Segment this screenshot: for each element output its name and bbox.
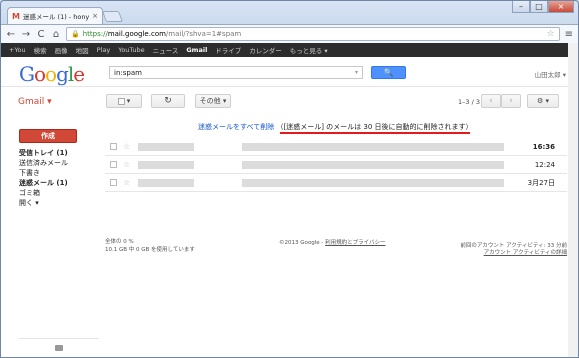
gbar-item[interactable]: 画像 xyxy=(55,45,68,55)
message-row[interactable]: ☆ 16:36 xyxy=(105,138,567,156)
row-checkbox[interactable] xyxy=(110,143,117,150)
gbar-item[interactable]: ニュース xyxy=(153,45,179,55)
last-activity-text: 前回のアカウント アクティビティ: 33 分前 xyxy=(460,243,567,249)
sidebar-divider xyxy=(19,338,99,339)
star-icon[interactable]: ☆ xyxy=(123,178,130,187)
gbar-item[interactable]: 検索 xyxy=(34,45,47,55)
compose-button[interactable]: 作成 xyxy=(19,129,77,143)
browser-menu-icon[interactable]: ≡ xyxy=(565,29,573,40)
star-icon[interactable]: ☆ xyxy=(123,142,130,151)
select-button[interactable]: ▾ xyxy=(106,94,142,108)
sidebar-item[interactable]: 送信済みメール xyxy=(19,158,68,168)
gbar-item[interactable]: もっと見る ▾ xyxy=(290,45,328,55)
select-caret-icon: ▾ xyxy=(126,97,131,105)
sidebar-item[interactable]: 下書き xyxy=(19,168,68,178)
gbar-item[interactable]: 地図 xyxy=(76,45,89,55)
home-icon[interactable]: ⌂ xyxy=(51,29,61,40)
notice-highlight-underline xyxy=(280,132,470,134)
message-row[interactable]: ☆ 3月27日 xyxy=(105,174,567,192)
tab-close-icon[interactable]: × xyxy=(92,12,98,20)
google-bar: +You 検索 画像 地図 Play YouTube ニュース Gmail ドライブ カレンダーも… xyxy=(1,43,578,57)
spam-notice: 迷惑メールをすべて削除 （[迷惑メール] のメールは 30 日後に自動的に削除さ… xyxy=(198,122,473,132)
subject-redacted xyxy=(242,178,505,187)
bookmark-star-icon[interactable]: ☆ xyxy=(547,29,555,39)
chat-icon[interactable] xyxy=(55,345,63,351)
subject-redacted xyxy=(242,142,505,151)
storage-percent: 全体の 0 % xyxy=(105,239,134,245)
star-icon[interactable]: ☆ xyxy=(123,160,130,169)
search-options-icon[interactable]: ▾ xyxy=(355,69,358,76)
gmail-header: Google in:spam ▾ 🔍 山田太郎 ▾ xyxy=(1,57,578,87)
label-list: 受信トレイ (1) 送信済みメール 下書き 迷惑メール (1) ゴミ箱 開く ▾ xyxy=(19,148,68,208)
refresh-button[interactable]: ↻ xyxy=(151,94,185,108)
footer-copyright: ©2013 Google - 利用規約とプライバシー xyxy=(279,238,386,246)
gbar-item[interactable]: YouTube xyxy=(118,46,144,54)
user-account-menu[interactable]: 山田太郎 ▾ xyxy=(535,69,566,79)
lock-icon: 🔒 xyxy=(71,30,80,38)
gbar-item[interactable]: ドライブ xyxy=(215,45,241,55)
tab-title: 迷惑メール (1) - honyanon xyxy=(22,13,90,21)
subject-redacted xyxy=(242,160,505,169)
sender-redacted xyxy=(138,160,195,169)
row-checkbox[interactable] xyxy=(110,161,117,168)
delete-all-spam-link[interactable]: 迷惑メールをすべて削除 xyxy=(198,123,274,131)
action-bar: Gmail ▾ ▾ ↻ その他 ▾ 1–3 / 3 ‹ › ⚙ ▾ xyxy=(1,87,578,116)
terms-link[interactable]: 利用規約とプライバシー xyxy=(325,240,385,246)
storage-usage: 全体の 0 % 10.1 GB 中 0 GB を使用しています xyxy=(105,238,195,254)
activity-details-link[interactable]: アカウント アクティビティの詳細 xyxy=(484,250,567,256)
message-date: 3月27日 xyxy=(527,178,555,187)
gbar-item[interactable]: Play xyxy=(97,46,111,54)
row-checkbox[interactable] xyxy=(110,179,117,186)
page-scrollbar[interactable] xyxy=(568,43,578,357)
gbar-item[interactable]: +You xyxy=(9,46,26,54)
message-row[interactable]: ☆ 12:24 xyxy=(105,156,567,174)
gmail-favicon-icon: M xyxy=(12,11,20,21)
storage-amount: 10.1 GB 中 0 GB を使用しています xyxy=(105,247,195,253)
gbar-item[interactable]: カレンダー xyxy=(249,45,282,55)
window-controls: – □ × xyxy=(512,1,574,13)
address-bar[interactable]: 🔒 https://mail.google.com/mail/?shva=1#s… xyxy=(66,27,560,41)
url-scheme: https:// xyxy=(82,30,108,38)
minimize-button[interactable]: – xyxy=(512,1,530,13)
select-checkbox[interactable] xyxy=(117,97,125,105)
browser-window: M 迷惑メール (1) - honyanon × – □ × ← → C ⌂ 🔒… xyxy=(0,0,579,358)
sidebar: 作成 受信トレイ (1) 送信済みメール 下書き 迷惑メール (1) ゴミ箱 開く ▾ xyxy=(1,116,103,357)
message-list: 迷惑メールをすべて削除 （[迷惑メール] のメールは 30 日後に自動的に削除さ… xyxy=(105,116,567,316)
search-value: in:spam xyxy=(114,68,142,77)
browser-tab[interactable]: M 迷惑メール (1) - honyanon × xyxy=(7,7,103,24)
message-date: 12:24 xyxy=(534,160,555,169)
sidebar-item[interactable]: ゴミ箱 xyxy=(19,188,68,198)
next-page-button[interactable]: › xyxy=(501,94,521,108)
forward-icon[interactable]: → xyxy=(21,29,31,40)
message-date: 16:36 xyxy=(532,142,555,151)
sidebar-item[interactable]: 受信トレイ (1) xyxy=(19,148,68,158)
spam-notice-text: （[迷惑メール] のメールは 30 日後に自動的に削除されます） xyxy=(276,123,473,131)
browser-toolbar: ← → C ⌂ 🔒 https://mail.google.com/mail/?… xyxy=(1,24,578,43)
sidebar-item[interactable]: 迷惑メール (1) xyxy=(19,178,68,188)
close-window-button[interactable]: × xyxy=(548,1,574,13)
google-logo[interactable]: Google xyxy=(19,62,85,86)
sender-redacted xyxy=(138,178,195,187)
reload-icon[interactable]: C xyxy=(36,29,46,40)
url-host: mail.google.com xyxy=(107,30,166,38)
sidebar-item[interactable]: 開く ▾ xyxy=(19,198,68,208)
more-button[interactable]: その他 ▾ xyxy=(195,94,231,108)
new-tab-button[interactable] xyxy=(101,11,124,22)
gbar-item[interactable]: Gmail xyxy=(186,46,207,54)
gmail-page: +You 検索 画像 地図 Play YouTube ニュース Gmail ドライブ カレンダーも… xyxy=(1,43,578,357)
gmail-menu[interactable]: Gmail ▾ xyxy=(18,97,52,107)
maximize-button[interactable]: □ xyxy=(530,1,548,13)
search-input[interactable]: in:spam ▾ xyxy=(109,66,363,79)
back-icon[interactable]: ← xyxy=(6,29,16,40)
prev-page-button[interactable]: ‹ xyxy=(481,94,501,108)
pagination-info: 1–3 / 3 xyxy=(458,98,480,106)
settings-button[interactable]: ⚙ ▾ xyxy=(527,94,559,108)
copyright-text: ©2013 Google - xyxy=(279,240,326,246)
sender-redacted xyxy=(138,142,195,151)
search-button[interactable]: 🔍 xyxy=(371,66,406,79)
url-path: /mail/?shva=1#spam xyxy=(165,30,242,38)
account-activity: 前回のアカウント アクティビティ: 33 分前 アカウント アクティビティの詳細 xyxy=(460,243,567,257)
